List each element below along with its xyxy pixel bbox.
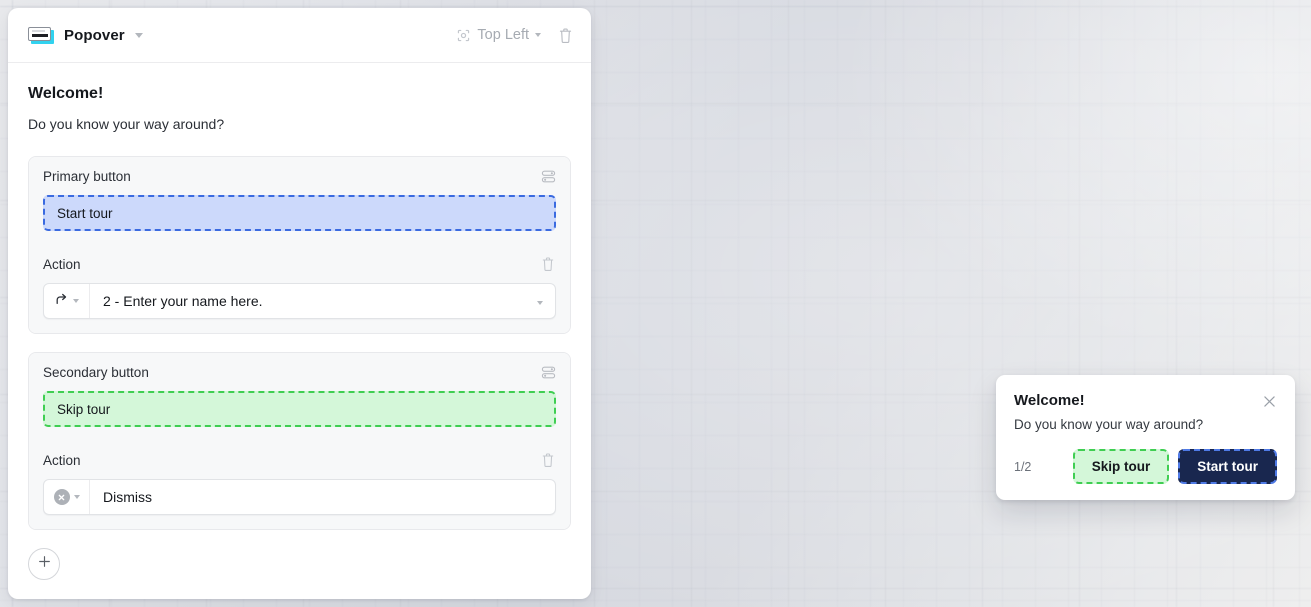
skip-tour-button[interactable]: Skip tour [1072,449,1170,484]
chevron-down-icon[interactable] [134,32,143,38]
primary-action-field-wrap: 2 - Enter your name here. [29,283,570,333]
dismiss-circle-x-icon [53,489,70,505]
primary-action-header: Action [29,245,570,283]
primary-action-type-button[interactable] [44,284,90,318]
primary-button-label: Primary button [43,168,131,184]
chevron-down-icon[interactable] [73,299,79,303]
anchor-target-icon [456,28,471,43]
editor-header-right: Top Left [456,25,575,45]
page-title: Popover [64,26,125,44]
secondary-action-header: Action [29,441,570,479]
chevron-down-icon[interactable] [73,495,80,499]
popover-preview: Welcome! Do you know your way around? 1/… [996,375,1295,500]
chevron-down-icon[interactable] [535,33,541,37]
delete-popover-button[interactable] [555,25,575,45]
popover-subtitle-text[interactable]: Do you know your way around? [28,116,571,132]
trash-icon[interactable] [540,452,556,468]
position-label: Top Left [477,27,529,43]
primary-button-field-wrap: Start tour [29,195,570,245]
secondary-button-field-wrap: Skip tour [29,391,570,441]
plus-icon [38,555,51,573]
secondary-action-type-button[interactable] [44,480,90,514]
sliders-icon[interactable] [540,364,556,380]
primary-button-header: Primary button [29,157,570,195]
app-root: Popover Top Left Welcome! Do you know yo… [0,0,1311,607]
secondary-action-field-wrap: Dismiss [29,479,570,529]
step-counter: 1/2 [1014,459,1032,474]
sliders-icon[interactable] [540,168,556,184]
popover-preview-header: Welcome! [1014,392,1277,409]
primary-action-select[interactable]: 2 - Enter your name here. [43,283,556,319]
secondary-button-header: Secondary button [29,353,570,391]
secondary-button-card: Secondary button Skip tour Action Dismis… [28,352,571,530]
popover-preview-footer: 1/2 Skip tour Start tour [1014,449,1277,484]
primary-action-label: Action [43,256,81,272]
secondary-button-text-input[interactable]: Skip tour [43,391,556,427]
secondary-action-label: Action [43,452,81,468]
secondary-action-select[interactable]: Dismiss [43,479,556,515]
popover-preview-subtitle: Do you know your way around? [1014,417,1204,432]
popover-preview-title: Welcome! [1014,392,1085,409]
trash-icon[interactable] [540,256,556,272]
position-picker[interactable]: Top Left [456,27,541,43]
popover-title-text[interactable]: Welcome! [28,85,571,103]
add-button[interactable] [28,548,60,580]
close-x-icon[interactable] [1261,393,1277,409]
primary-action-value: 2 - Enter your name here. [103,293,263,309]
primary-button-text-input[interactable]: Start tour [43,195,556,231]
start-tour-button[interactable]: Start tour [1178,449,1277,484]
editor-body: Welcome! Do you know your way around? Pr… [8,63,591,599]
editor-header: Popover Top Left [8,8,591,63]
popover-icon [28,26,54,44]
goto-arrow-icon [54,291,69,311]
chevron-down-icon[interactable] [537,292,555,310]
primary-button-card: Primary button Start tour Action 2 - Ent… [28,156,571,334]
popover-editor-panel: Popover Top Left Welcome! Do you know yo… [8,8,591,599]
secondary-action-value: Dismiss [103,489,152,505]
editor-header-left: Popover [28,26,143,44]
secondary-button-label: Secondary button [43,364,149,380]
